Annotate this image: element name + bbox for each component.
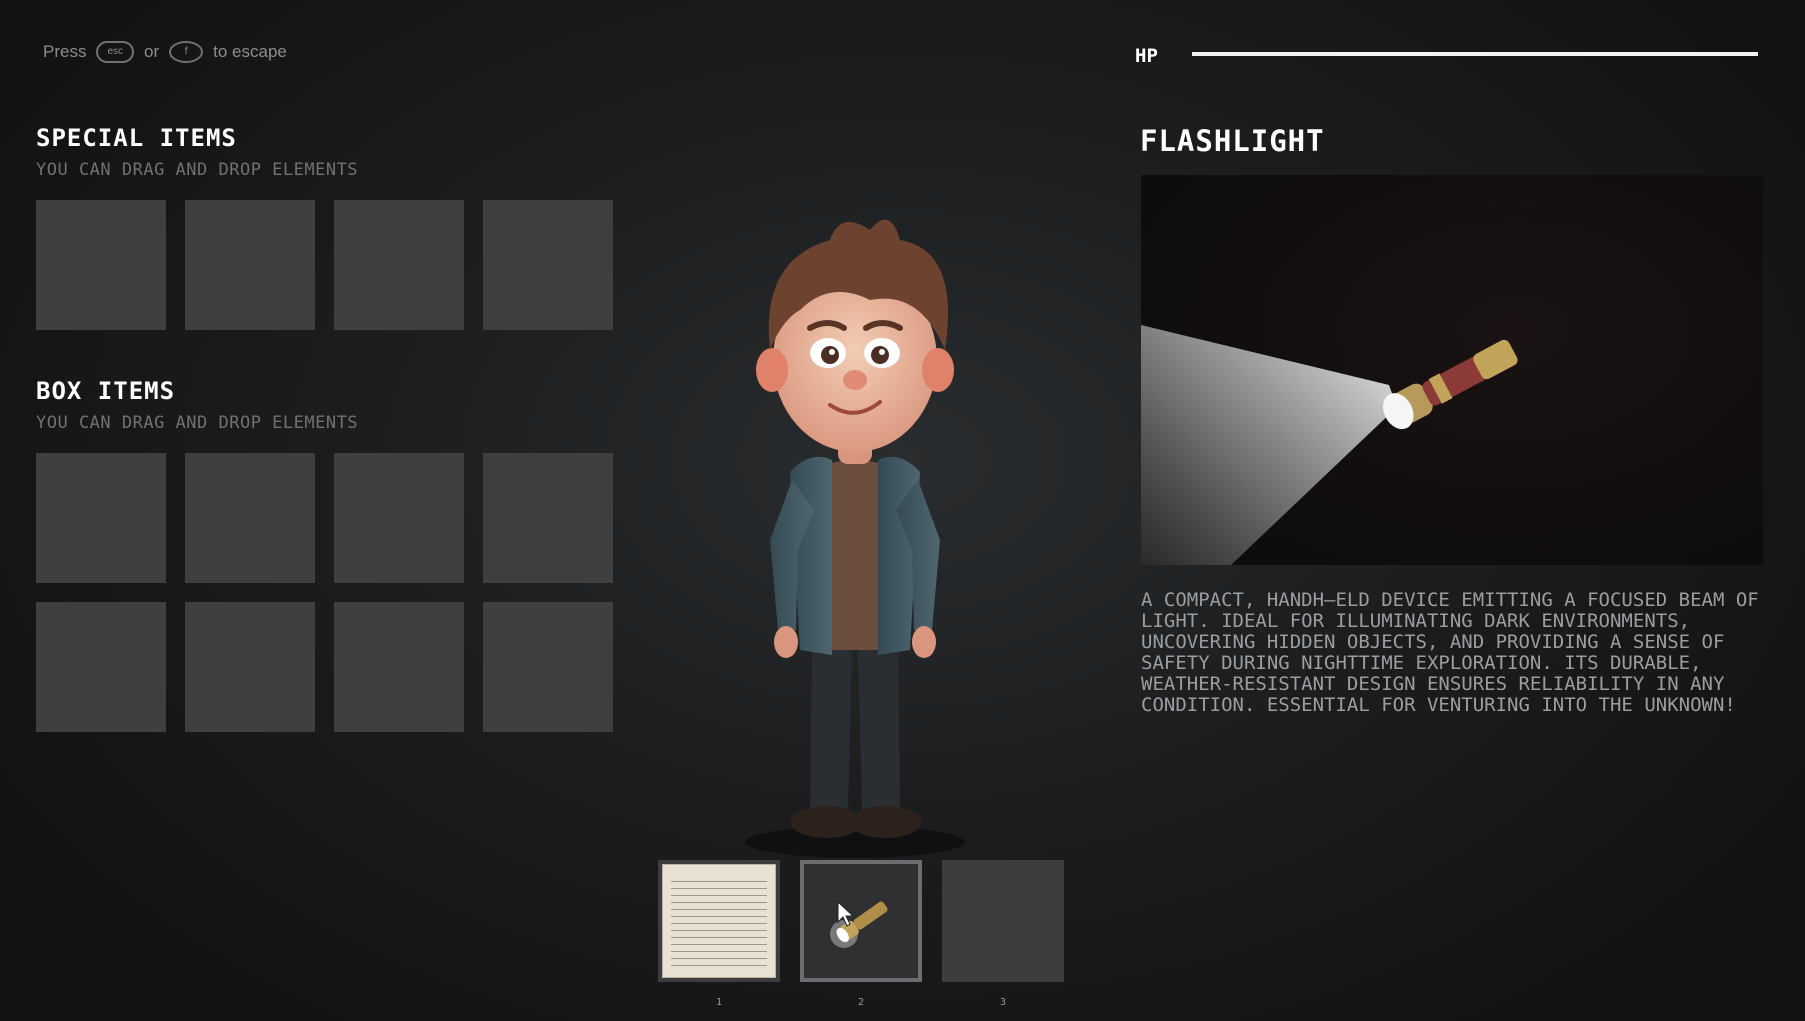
flashlight-icon [1141, 325, 1518, 565]
note-icon [662, 864, 776, 978]
special-item-slot[interactable] [36, 200, 166, 330]
esc-key: esc [96, 41, 135, 63]
box-items-title: BOX ITEMS [36, 377, 176, 405]
character-icon [720, 210, 990, 860]
hotbar-slot-number: 3 [999, 997, 1007, 1008]
hotbar-slot-1[interactable]: 1 [658, 860, 780, 1008]
hint-to-escape: to escape [213, 42, 287, 61]
special-item-slot[interactable] [334, 200, 464, 330]
f-key: F [169, 41, 204, 63]
hotbar-slot-3[interactable]: 3 [942, 860, 1064, 1008]
special-items-subtitle: YOU CAN DRAG AND DROP ELEMENTS [36, 160, 359, 180]
selected-item-image [1141, 175, 1763, 565]
box-item-slot[interactable] [36, 602, 166, 732]
hotbar-slot-number: 1 [715, 997, 723, 1008]
box-item-slot[interactable] [334, 453, 464, 583]
selected-item-title: FLASHLIGHT [1140, 124, 1325, 158]
hotbar-slot-number: 2 [857, 997, 865, 1008]
hp-bar [1192, 52, 1758, 56]
box-item-slot[interactable] [185, 602, 315, 732]
escape-hint: Press esc or F to escape [43, 41, 287, 63]
box-item-slot[interactable] [483, 602, 613, 732]
hp-bar-fill [1192, 52, 1758, 56]
hp-label: HP [1135, 45, 1158, 67]
hotbar: 1 2 3 [658, 860, 1064, 1008]
box-items-grid [36, 453, 613, 732]
special-items-title: SPECIAL ITEMS [36, 124, 237, 152]
special-item-slot[interactable] [185, 200, 315, 330]
box-item-slot[interactable] [36, 453, 166, 583]
hint-or: or [144, 42, 160, 61]
box-items-subtitle: YOU CAN DRAG AND DROP ELEMENTS [36, 413, 359, 433]
hotbar-slot-2[interactable]: 2 [800, 860, 922, 1008]
hint-press: Press [43, 42, 87, 61]
box-item-slot[interactable] [185, 453, 315, 583]
special-items-grid [36, 200, 613, 330]
box-item-slot[interactable] [334, 602, 464, 732]
box-item-slot[interactable] [483, 453, 613, 583]
special-item-slot[interactable] [483, 200, 613, 330]
selected-item-description: A COMPACT, HANDH—ELD DEVICE EMITTING A F… [1141, 589, 1759, 716]
flashlight-icon [830, 900, 888, 948]
